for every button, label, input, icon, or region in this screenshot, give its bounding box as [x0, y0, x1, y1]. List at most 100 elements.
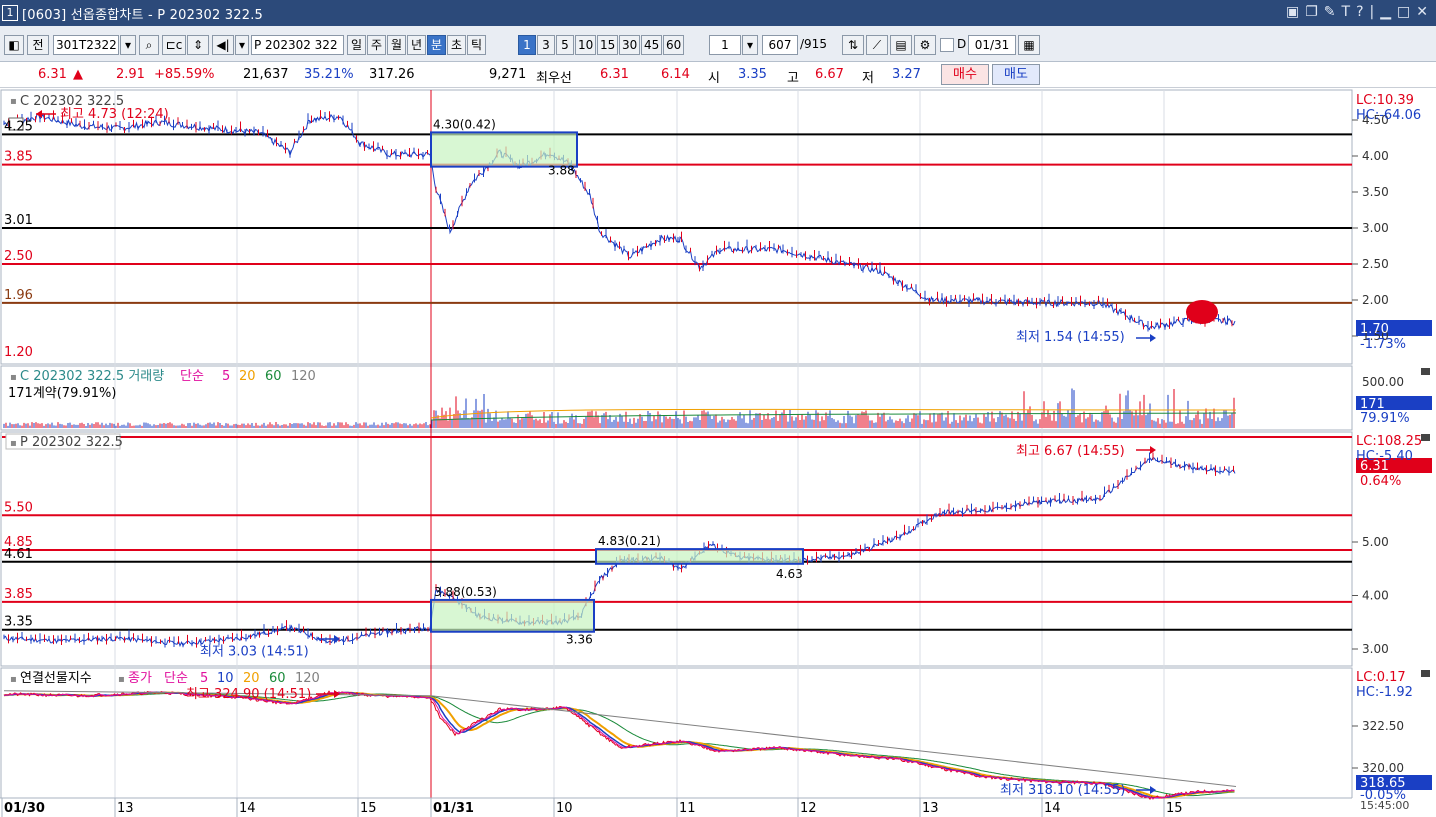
level-label: 1.96: [4, 288, 33, 303]
maximize-icon[interactable]: □: [1397, 4, 1410, 20]
marker-dot: [1186, 300, 1218, 324]
period-tab[interactable]: 주: [367, 35, 386, 55]
chevron-down-icon[interactable]: ▾: [120, 35, 136, 55]
text-icon[interactable]: T: [1342, 4, 1351, 20]
best-bid-1: 6.31: [600, 67, 629, 82]
sound-dropdown-icon[interactable]: ▾: [235, 35, 249, 55]
layout-icon[interactable]: ▣: [1286, 4, 1299, 20]
contracts-label: 171계약(79.91%): [8, 386, 116, 401]
close-icon[interactable]: ✕: [1416, 4, 1428, 20]
ma-period: 5: [222, 369, 230, 384]
xaxis-label: 14: [1044, 801, 1061, 816]
tool-icon[interactable]: ✎: [1324, 4, 1336, 20]
ma-period: 20: [239, 369, 256, 384]
buy-button[interactable]: 매수: [941, 64, 989, 85]
axis-tick-label: 4.00: [1362, 149, 1389, 163]
calendar-icon[interactable]: ▦: [1018, 35, 1040, 55]
level-label: 5.50: [4, 500, 33, 515]
xaxis-label: 11: [679, 801, 696, 816]
interval-tab[interactable]: 60: [663, 35, 684, 55]
ma-period: 5: [200, 671, 208, 686]
panel2-title: C 202302 322.5 거래량: [20, 369, 164, 384]
lc-label: LC:108.25: [1356, 434, 1422, 449]
count-select[interactable]: 1: [709, 35, 741, 55]
axis-tick-label: 5.00: [1362, 535, 1389, 549]
help-icon[interactable]: ?: [1356, 4, 1363, 20]
level-label: 4.61: [4, 547, 33, 562]
interval-tab[interactable]: 30: [619, 35, 640, 55]
range-box: [430, 598, 595, 633]
lc-label: LC:10.39: [1356, 93, 1414, 108]
amount: 317.26: [369, 67, 415, 82]
period-tab[interactable]: 년: [407, 35, 426, 55]
interval-tab[interactable]: 5: [556, 35, 574, 55]
code-input[interactable]: 301T2322: [53, 35, 119, 55]
indicator-icon[interactable]: ⇅: [842, 35, 864, 55]
spinner-icon[interactable]: ⇕: [187, 35, 209, 55]
sell-button[interactable]: 매도: [992, 64, 1040, 85]
panel-menu-icon: [1421, 434, 1430, 441]
ma-period: 60: [269, 671, 286, 686]
sound-icon[interactable]: ◀|: [212, 35, 234, 55]
count-dropdown-icon[interactable]: ▾: [742, 35, 758, 55]
period-tab[interactable]: 분: [427, 35, 446, 55]
ma-period: 60: [265, 369, 282, 384]
level-label: 3.85: [4, 587, 33, 602]
date-checkbox[interactable]: [940, 38, 954, 52]
axis-tick-label: 2.00: [1362, 293, 1389, 307]
axis-tick-label: 500.00: [1362, 375, 1404, 389]
panel-toggle-icon[interactable]: ◧: [4, 35, 24, 55]
gear-icon[interactable]: ⚙: [914, 35, 936, 55]
box-label: 3.88(0.53): [434, 585, 497, 599]
volume: 21,637: [243, 67, 289, 82]
interval-tab[interactable]: 15: [597, 35, 618, 55]
chart-area[interactable]: 4.504.003.503.002.502.001.504.253.853.01…: [0, 88, 1436, 817]
all-button[interactable]: 전: [27, 35, 49, 55]
change-percent: +85.59%: [154, 67, 215, 82]
title-bar: 1 [0603] 선옵종합차트 - P 202302 322.5 ▣ ❐ ✎ T…: [0, 0, 1436, 26]
compare-icon[interactable]: ⊏c: [162, 35, 186, 55]
ma-period: 10: [217, 671, 234, 686]
best-bid-label: 최우선: [536, 71, 572, 86]
best-bid-2: 6.14: [661, 67, 690, 82]
save-icon[interactable]: ▤: [890, 35, 912, 55]
minimize-icon[interactable]: ▁: [1380, 4, 1391, 20]
xaxis-label: 12: [800, 801, 817, 816]
low-value: 3.27: [892, 67, 921, 82]
restore-window-icon[interactable]: ❐: [1305, 4, 1318, 20]
period-tab[interactable]: 초: [447, 35, 466, 55]
panel-bullet: ▪: [118, 674, 125, 685]
panel-bullet: ▪: [10, 372, 17, 383]
xaxis-label: 14: [239, 801, 256, 816]
symbol-field[interactable]: P 202302 322: [251, 35, 344, 55]
level-label: 3.35: [4, 615, 33, 630]
max-note: 최고 4.73 (12:24): [60, 107, 169, 122]
volume-percent: 35.21%: [304, 67, 354, 82]
separator-icon: |: [1369, 4, 1375, 20]
range-input[interactable]: 607: [762, 35, 798, 55]
hc-label: HC:-64.06: [1356, 108, 1421, 123]
period-tab[interactable]: 일: [347, 35, 366, 55]
panel4-title: 연결선물지수: [20, 671, 92, 686]
period-tab[interactable]: 월: [387, 35, 406, 55]
search-icon[interactable]: ⌕: [139, 35, 159, 55]
panel-menu-icon: [1421, 368, 1430, 375]
date-input[interactable]: 01/31: [968, 35, 1016, 55]
level-label: 3.01: [4, 213, 33, 228]
high-label: 고: [787, 71, 799, 86]
range-box: [595, 548, 804, 565]
last-price: 6.31: [1360, 459, 1389, 474]
draw-tool-icon[interactable]: ⟋: [866, 35, 888, 55]
interval-tab[interactable]: 1: [518, 35, 536, 55]
current-price: 6.31: [38, 67, 67, 82]
price-label: 종가: [128, 671, 152, 686]
panel3-title: P 202302 322.5: [20, 435, 123, 450]
interval-tab[interactable]: 3: [537, 35, 555, 55]
hc-label: HC:-1.92: [1356, 685, 1413, 700]
interval-tab[interactable]: 45: [641, 35, 662, 55]
box-label: 4.83(0.21): [598, 534, 661, 548]
axis-tick-label: 3.00: [1362, 642, 1389, 656]
max-note: 최고 6.67 (14:55): [1016, 444, 1125, 459]
period-tab[interactable]: 틱: [467, 35, 486, 55]
interval-tab[interactable]: 10: [575, 35, 596, 55]
